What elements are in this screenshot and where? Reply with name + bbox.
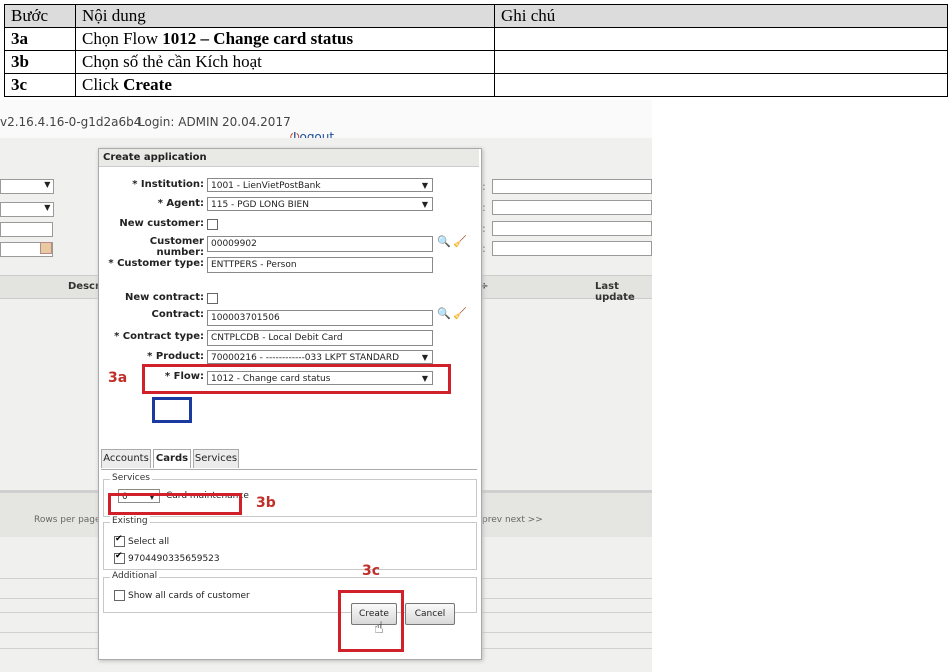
step-cell: 3b (4, 50, 76, 74)
tab-services[interactable]: Services (193, 449, 239, 468)
tab-divider (101, 469, 477, 470)
content-cell: Chọn số thẻ cần Kích hoạt (75, 50, 495, 74)
rows-per-page: Rows per page (34, 515, 101, 525)
content-text: Chọn số thẻ cần Kích hoạt (82, 52, 262, 71)
highlight-cards-tab (152, 397, 192, 423)
institution-select[interactable]: 1001 - LienVietPostBank ▼ (207, 178, 433, 192)
content-text: Click (82, 75, 124, 94)
annotation-3a: 3a (108, 370, 128, 386)
customer-number-label: Customer number: (149, 236, 204, 258)
app-topbar: v2.16.4.16-0-g1d2a6b4 Login: ADMIN 20.04… (0, 100, 652, 144)
new-contract-checkbox[interactable] (207, 293, 218, 304)
customer-number-field[interactable]: 00009902 (207, 236, 433, 252)
hand-cursor-icon: ☝ (374, 618, 384, 637)
new-customer-checkbox[interactable] (207, 219, 218, 230)
existing-group: Existing Select all 9704490335659523 (103, 516, 477, 570)
table-header-row: Bước Nội dung Ghi chú (4, 4, 948, 28)
content-cell: Click Create (75, 73, 495, 97)
new-contract-label: New contract: (125, 292, 204, 303)
search-icon[interactable]: 🔍 (437, 235, 451, 248)
broom-icon[interactable]: 🧹 (453, 307, 467, 320)
services-group-label: Services (110, 473, 152, 483)
highlight-flow (142, 364, 451, 394)
chevron-down-icon: ▼ (421, 353, 428, 362)
note-cell (494, 73, 948, 97)
colon-mark: : (482, 222, 486, 235)
additional-group-label: Additional (110, 571, 160, 581)
calendar-icon[interactable] (40, 242, 52, 254)
table-row: 3a Chọn Flow 1012 – Change card status (4, 27, 948, 51)
tab-cards[interactable]: Cards (153, 449, 191, 468)
colon-mark: : (482, 180, 486, 193)
pager[interactable]: prev next >> (482, 515, 543, 525)
agent-select[interactable]: 115 - PGD LONG BIEN ▼ (207, 197, 433, 211)
steps-table: Bước Nội dung Ghi chú 3a Chọn Flow 1012 … (4, 4, 948, 97)
institution-label: * Institution: (132, 179, 204, 190)
note-cell (494, 27, 948, 51)
annotation-3c: 3c (362, 563, 381, 579)
contract-type-field[interactable]: CNTPLCDB - Local Debit Card (207, 330, 433, 346)
content-cell: Chọn Flow 1012 – Change card status (75, 27, 495, 51)
login-text: Login: ADMIN (138, 115, 219, 129)
product-select[interactable]: 70000216 - ------------033 LKPT STANDARD… (207, 350, 433, 364)
institution-value: 1001 - LienVietPostBank (211, 181, 321, 191)
select-all-label: Select all (128, 537, 170, 547)
highlight-create (338, 590, 404, 652)
chevron-down-icon: ▼ (421, 200, 428, 209)
annotation-3b: 3b (256, 495, 276, 511)
bg-select[interactable]: ▼ (0, 202, 54, 217)
bg-input[interactable] (0, 222, 53, 237)
broom-icon[interactable]: 🧹 (453, 235, 467, 248)
chevron-down-icon: ▼ (421, 181, 428, 190)
dialog-title: Create application (99, 149, 479, 167)
bg-right-field[interactable] (492, 200, 652, 215)
version-text: v2.16.4.16-0-g1d2a6b4 (0, 115, 142, 129)
agent-value: 115 - PGD LONG BIEN (211, 200, 309, 210)
colon-mark: : (482, 201, 486, 214)
card-checkbox[interactable] (114, 551, 125, 564)
step-cell: 3c (4, 73, 76, 97)
contract-field[interactable]: 100003701506 (207, 310, 433, 326)
embedded-screenshot: v2.16.4.16-0-g1d2a6b4 Login: ADMIN 20.04… (0, 100, 652, 672)
content-bold: Create (123, 75, 172, 94)
note-cell (494, 50, 948, 74)
step-cell: 3a (4, 27, 76, 51)
content-bold: 1012 – Change card status (162, 29, 354, 48)
search-icon[interactable]: 🔍 (437, 307, 451, 320)
agent-label: * Agent: (157, 198, 204, 209)
header-note: Ghi chú (494, 4, 948, 28)
card-number-label: 9704490335659523 (128, 554, 220, 564)
content-text: Chọn Flow (82, 29, 163, 48)
header-content: Nội dung (75, 4, 495, 28)
bg-right-field[interactable] (492, 179, 652, 194)
table-row: 3b Chọn số thẻ cần Kích hoạt (4, 50, 948, 74)
contract-type-label: * Contract type: (114, 331, 204, 342)
table-row: 3c Click Create (4, 73, 948, 97)
customer-type-label: * Customer type: (108, 258, 204, 269)
select-all-checkbox[interactable] (114, 534, 125, 547)
new-customer-label: New customer: (119, 218, 204, 229)
col-last-update: Last update (595, 281, 635, 303)
bg-right-field[interactable] (492, 221, 652, 236)
bg-select[interactable]: ▼ (0, 179, 54, 194)
product-label: * Product: (147, 351, 204, 362)
bg-right-field[interactable] (492, 241, 652, 256)
cancel-button[interactable]: Cancel (405, 603, 455, 625)
show-all-cards-checkbox[interactable] (114, 590, 125, 601)
existing-group-label: Existing (110, 516, 150, 526)
colon-mark: : (482, 242, 486, 255)
contract-label: Contract: (151, 309, 205, 320)
header-step: Bước (4, 4, 76, 28)
customer-type-field[interactable]: ENTTPERS - Person (207, 257, 433, 273)
show-all-cards-label: Show all cards of customer (128, 591, 250, 601)
date-text: 20.04.2017 (222, 115, 291, 129)
product-value: 70000216 - ------------033 LKPT STANDARD (211, 353, 400, 363)
highlight-card-number (108, 493, 242, 515)
tab-accounts[interactable]: Accounts (101, 449, 151, 468)
